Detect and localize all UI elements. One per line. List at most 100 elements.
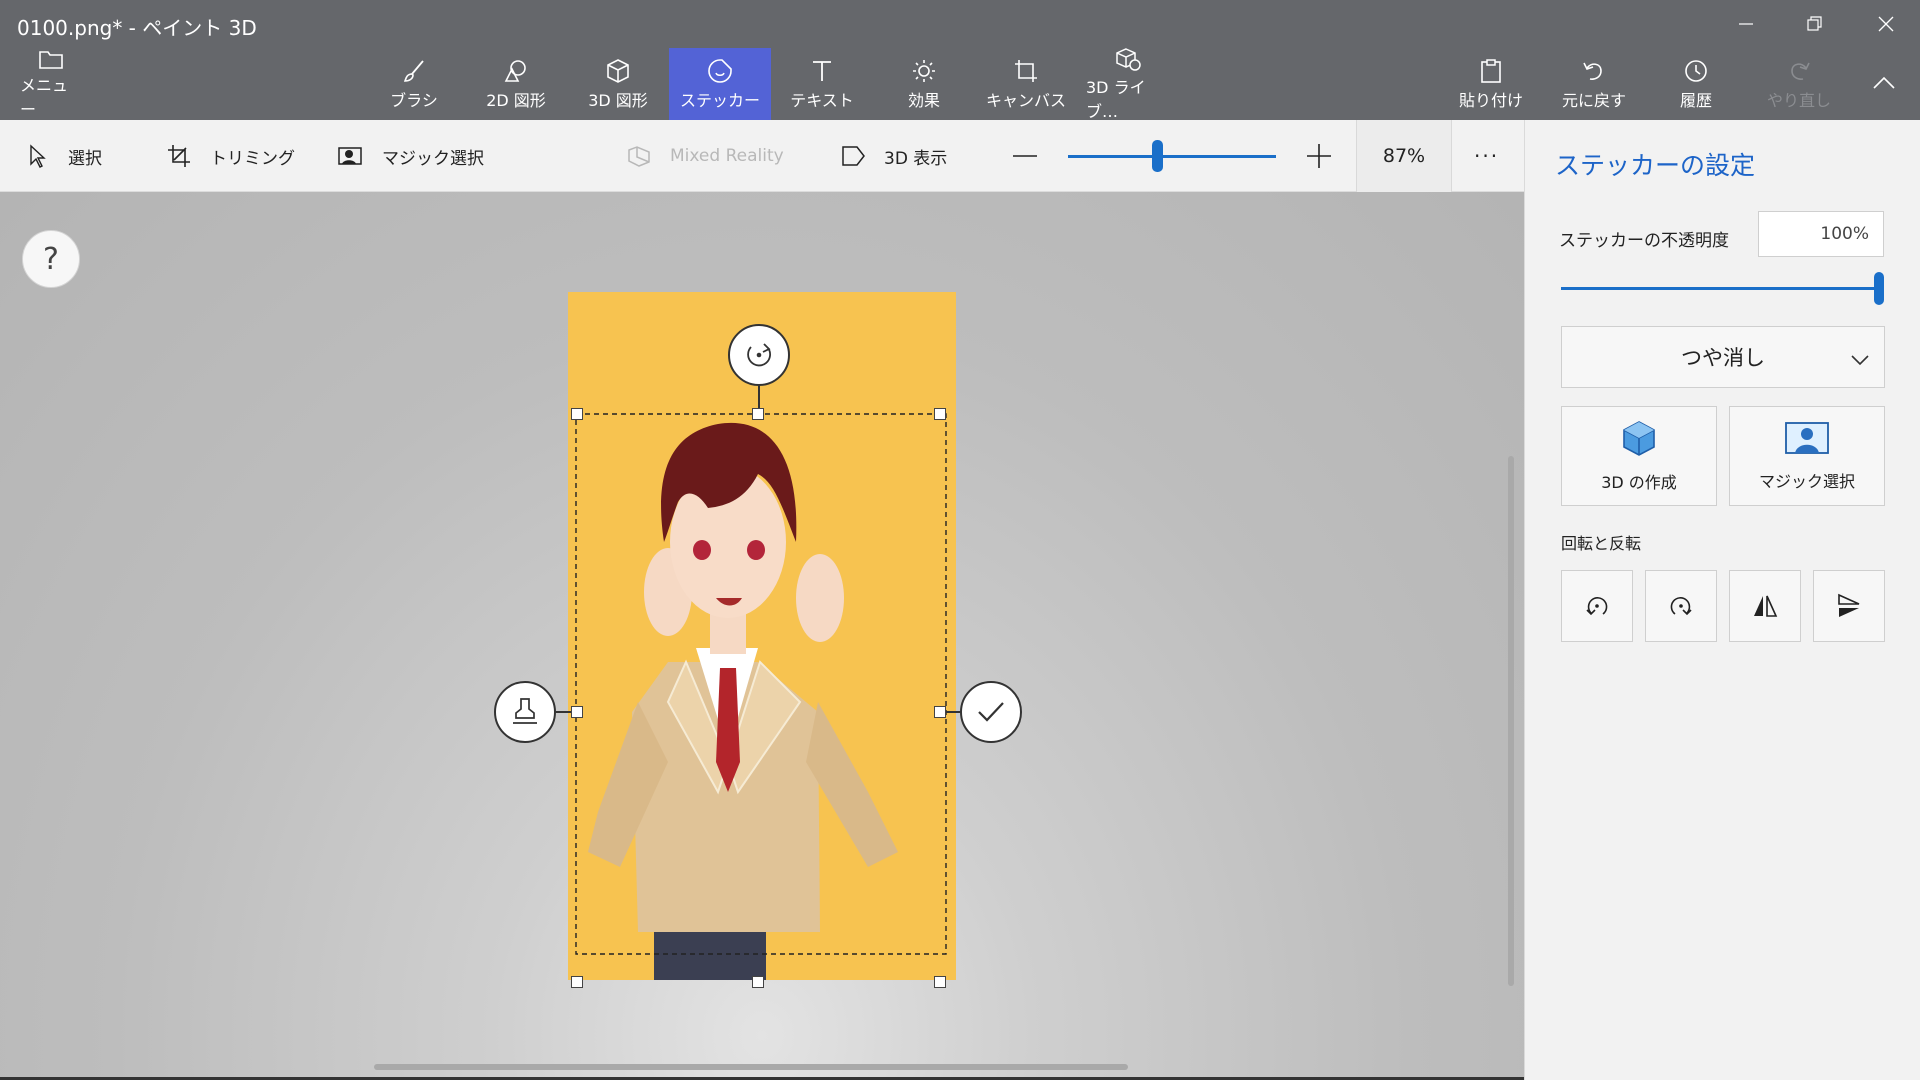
select-label: 選択 bbox=[68, 148, 102, 169]
flip-vertical-icon bbox=[1838, 593, 1860, 617]
rotate-icon bbox=[747, 343, 771, 367]
tab-brushes[interactable]: ブラシ bbox=[382, 48, 446, 120]
tab-label: 2D 図形 bbox=[486, 91, 546, 110]
zoom-out-button[interactable] bbox=[1012, 120, 1038, 192]
paste-button[interactable]: 貼り付け bbox=[1456, 48, 1526, 120]
mixed-reality-label: Mixed Reality bbox=[670, 146, 784, 166]
collapse-ribbon-button[interactable] bbox=[1862, 48, 1906, 120]
opacity-slider-track[interactable] bbox=[1561, 287, 1877, 290]
resize-handle-top[interactable] bbox=[752, 408, 764, 420]
tab-label: キャンバス bbox=[985, 91, 1066, 110]
window-title: 0100.png* - ペイント 3D bbox=[17, 16, 257, 40]
minimize-button[interactable] bbox=[1712, 0, 1780, 48]
zoom-percentage[interactable]: 87% bbox=[1356, 120, 1452, 192]
resize-handle-bottom-left[interactable] bbox=[571, 976, 583, 988]
paste-label: 貼り付け bbox=[1458, 91, 1523, 110]
minimize-icon bbox=[1739, 23, 1753, 25]
undo-button[interactable]: 元に戻す bbox=[1558, 48, 1630, 120]
toolbar: 選択 トリミング マジック選択 Mixed Reality 3D 表示 87% … bbox=[0, 120, 1524, 192]
more-options-button[interactable]: ··· bbox=[1474, 120, 1499, 192]
magic-select-tool[interactable]: マジック選択 bbox=[336, 120, 484, 192]
cursor-icon bbox=[22, 141, 52, 171]
undo-icon bbox=[1579, 57, 1609, 85]
vertical-scrollbar[interactable] bbox=[1508, 456, 1514, 986]
3d-cube-icon bbox=[603, 57, 633, 85]
tab-label: 3D 図形 bbox=[588, 91, 648, 110]
resize-handle-top-left[interactable] bbox=[571, 408, 583, 420]
redo-icon bbox=[1784, 57, 1814, 85]
magic-select-label: マジック選択 bbox=[382, 148, 484, 169]
make-3d-button[interactable]: 3D の作成 bbox=[1561, 406, 1717, 506]
chevron-down-icon bbox=[1850, 347, 1870, 371]
tab-3d-shapes[interactable]: 3D 図形 bbox=[578, 48, 658, 120]
horizontal-scrollbar[interactable] bbox=[374, 1064, 1128, 1070]
canvas-crop-icon bbox=[1011, 57, 1041, 85]
sticker-settings-panel: ステッカーの設定 ステッカーの不透明度 つや消し 3D の作成 マジック選択 回… bbox=[1524, 120, 1920, 1080]
history-label: 履歴 bbox=[1679, 91, 1712, 110]
restore-button[interactable] bbox=[1780, 0, 1848, 48]
flip-horizontal-button[interactable] bbox=[1729, 570, 1801, 642]
close-icon bbox=[1878, 16, 1894, 32]
minus-icon bbox=[1013, 155, 1037, 157]
zoom-slider[interactable] bbox=[1068, 140, 1276, 172]
title-bar: 0100.png* - ペイント 3D bbox=[0, 0, 1920, 48]
2d-shapes-icon bbox=[501, 57, 531, 85]
resize-handle-bottom-right[interactable] bbox=[934, 976, 946, 988]
folder-icon bbox=[36, 48, 66, 70]
tab-3d-library[interactable]: 3D ライブ… bbox=[1086, 46, 1170, 121]
resize-handle-left[interactable] bbox=[571, 706, 583, 718]
menu-button[interactable]: メニュー bbox=[20, 48, 82, 120]
commit-button[interactable] bbox=[960, 681, 1022, 743]
resize-handle-top-right[interactable] bbox=[934, 408, 946, 420]
chevron-up-icon bbox=[1869, 69, 1899, 97]
opacity-slider-thumb[interactable] bbox=[1874, 272, 1884, 305]
tab-effects[interactable]: 効果 bbox=[886, 48, 962, 120]
redo-label: やり直し bbox=[1766, 91, 1831, 110]
help-button[interactable]: ? bbox=[22, 230, 80, 288]
history-button[interactable]: 履歴 bbox=[1668, 48, 1724, 120]
flip-vertical-button[interactable] bbox=[1813, 570, 1885, 642]
tab-label: ステッカー bbox=[679, 91, 760, 110]
resize-handle-bottom[interactable] bbox=[752, 976, 764, 988]
3d-library-icon bbox=[1113, 46, 1143, 72]
tab-2d-shapes[interactable]: 2D 図形 bbox=[476, 48, 556, 120]
view-3d-icon bbox=[838, 141, 868, 171]
tab-stickers[interactable]: ステッカー bbox=[669, 48, 771, 120]
magic-select-icon bbox=[336, 141, 366, 171]
sticker-icon bbox=[705, 57, 735, 85]
crop-label: トリミング bbox=[210, 148, 295, 169]
redo-button[interactable]: やり直し bbox=[1764, 48, 1834, 120]
tab-text[interactable]: テキスト bbox=[784, 48, 860, 120]
flip-horizontal-icon bbox=[1754, 595, 1778, 617]
brush-icon bbox=[399, 57, 429, 85]
rotate-right-icon bbox=[1670, 597, 1692, 616]
finish-dropdown[interactable]: つや消し bbox=[1561, 326, 1885, 388]
close-button[interactable] bbox=[1852, 0, 1920, 48]
zoom-slider-thumb[interactable] bbox=[1152, 140, 1163, 172]
rotate-left-button[interactable] bbox=[1561, 570, 1633, 642]
stamp-button[interactable] bbox=[494, 681, 556, 743]
rotate-right-button[interactable] bbox=[1645, 570, 1717, 642]
mixed-reality-tool[interactable]: Mixed Reality bbox=[624, 120, 784, 192]
plus-icon bbox=[1307, 144, 1331, 168]
rotate-handle[interactable] bbox=[728, 324, 790, 386]
select-tool[interactable]: 選択 bbox=[22, 120, 102, 192]
text-icon bbox=[807, 57, 837, 85]
tab-canvas[interactable]: キャンバス bbox=[984, 48, 1068, 120]
rotate-left-icon bbox=[1586, 597, 1608, 616]
resize-handle-right[interactable] bbox=[934, 706, 946, 718]
menu-label: メニュー bbox=[20, 76, 69, 119]
opacity-input[interactable] bbox=[1758, 211, 1884, 257]
magic-select-button[interactable]: マジック選択 bbox=[1729, 406, 1885, 506]
view-3d-toggle[interactable]: 3D 表示 bbox=[838, 120, 947, 192]
magic-select-label: マジック選択 bbox=[1758, 472, 1855, 491]
crop-icon bbox=[164, 141, 194, 171]
clipboard-icon bbox=[1476, 57, 1506, 85]
zoom-in-button[interactable] bbox=[1306, 120, 1332, 192]
make-3d-label: 3D の作成 bbox=[1601, 473, 1677, 492]
3d-cube-icon bbox=[1620, 419, 1658, 461]
canvas-workspace[interactable]: ? bbox=[0, 192, 1524, 1080]
sun-icon bbox=[909, 57, 939, 85]
tab-label: テキスト bbox=[790, 91, 854, 110]
crop-tool[interactable]: トリミング bbox=[164, 120, 295, 192]
